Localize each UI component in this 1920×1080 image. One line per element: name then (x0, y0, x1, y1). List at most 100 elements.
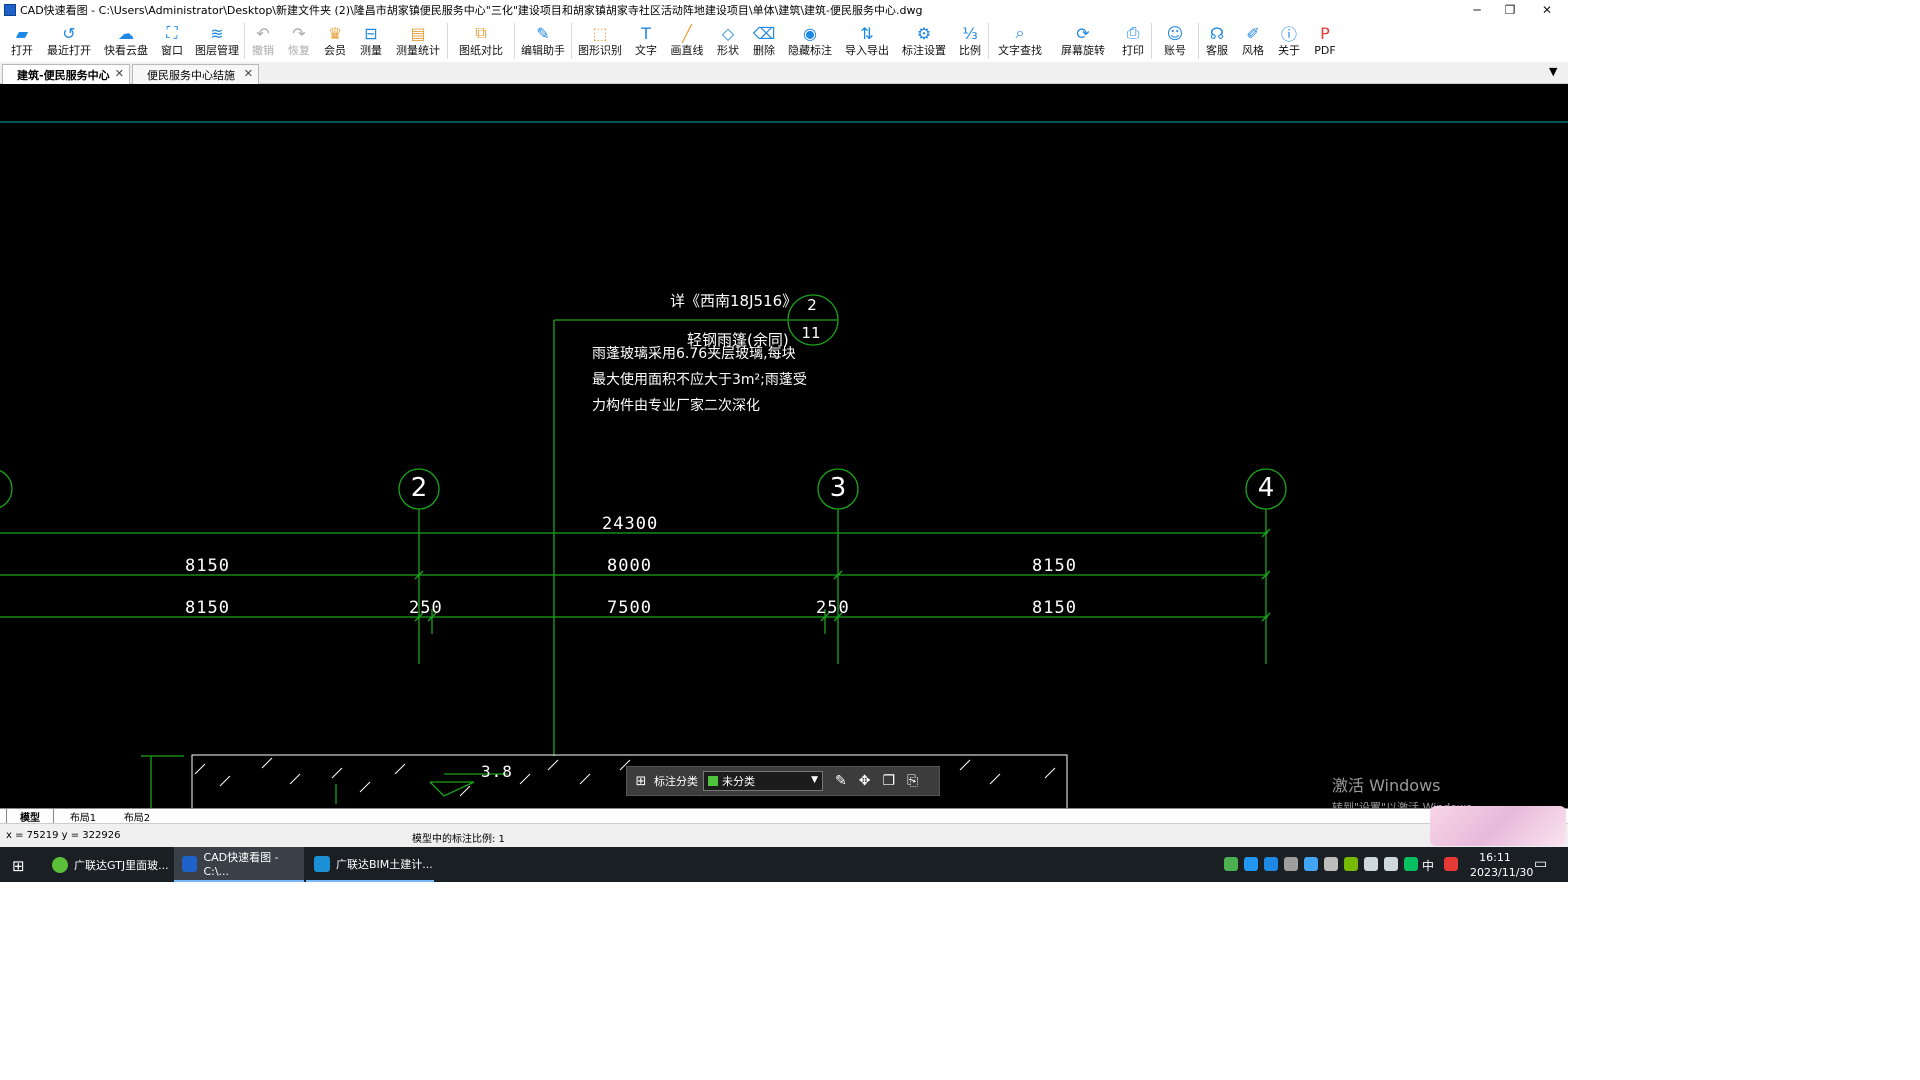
toolbar-line-button[interactable]: ╱ 画直线 (664, 19, 710, 62)
axis-label-2: 2 (410, 473, 428, 503)
compare-icon: ⧉ (475, 23, 487, 42)
toolbar-import-export-button[interactable]: ⇅ 导入导出 (838, 19, 896, 62)
toolbar-layers-button[interactable]: ≋ 图层管理 (190, 19, 244, 62)
tray-monitor-icon[interactable] (1284, 857, 1298, 871)
toolbar-shape-button[interactable]: ◇ 形状 (710, 19, 746, 62)
toolbar-button-label: 会员 (324, 44, 346, 57)
toolbar-hide-annotation-button[interactable]: ◉ 隐藏标注 (782, 19, 838, 62)
dimension-bay-2: 8000 (607, 556, 652, 576)
shape-icon: ◇ (721, 23, 735, 43)
tray-shield-icon[interactable] (1304, 857, 1318, 871)
toolbar-redo-button[interactable]: ↷ 恢复 (281, 19, 317, 62)
tab-list-dropdown-icon[interactable]: ▼ (1549, 65, 1557, 78)
tab-layout-1[interactable]: 布局1 (58, 809, 108, 824)
toolbar-info-button[interactable]: ⓘ 关于 (1271, 19, 1307, 62)
clock[interactable]: 16:11 2023/11/30 (1470, 851, 1533, 879)
text-search-icon: ⌕ (1015, 23, 1025, 42)
toolbar-rotate-screen-button[interactable]: ⟳ 屏幕旋转 (1051, 19, 1115, 62)
tab-layout-2[interactable]: 布局2 (112, 809, 162, 824)
redo-icon: ↷ (292, 23, 306, 43)
tray-network-icon[interactable] (1364, 857, 1378, 871)
toolbar-edit-assistant-button[interactable]: ✎ 编辑助手 (515, 19, 571, 62)
notification-icon[interactable]: ▭ (1534, 856, 1547, 872)
history-icon: ↺ (62, 23, 76, 43)
dimension-detail-4: 250 (816, 598, 850, 618)
watermark-title: 激活 Windows (1332, 776, 1441, 795)
toolbar-headset-button[interactable]: ☊ 客服 (1199, 19, 1235, 62)
taskbar-item-bim[interactable]: 广联达BIM土建计... (306, 847, 434, 882)
elevation-value: 3.8 (481, 762, 513, 781)
tray-nvidia-icon[interactable] (1344, 857, 1358, 871)
category-color-swatch (708, 776, 718, 786)
tray-app-icon[interactable] (1224, 857, 1238, 871)
toolbar-style-button[interactable]: ✐ 风格 (1235, 19, 1271, 62)
tray-browser-icon[interactable] (1264, 857, 1278, 871)
tab-close-icon[interactable]: ✕ (115, 67, 124, 80)
tab-building-service-center[interactable]: 建筑-便民服务中心 ✕ (2, 64, 130, 84)
drawing-canvas[interactable]: 详《西南18J516》 2 11 轻钢雨篷(余同) 雨蓬玻璃采用6.76夹层玻璃… (0, 84, 1568, 808)
decorative-sticker (1430, 806, 1566, 846)
tray-volume-icon[interactable] (1384, 857, 1398, 871)
tray-wechat-icon[interactable] (1404, 857, 1418, 871)
tray-cloud-icon[interactable] (1244, 857, 1258, 871)
input-method-indicator[interactable]: 中 (1422, 857, 1434, 874)
annotation-category-select[interactable]: 未分类 ▼ (703, 771, 823, 791)
toolbar-scale-button[interactable]: ⅓ 比例 (952, 19, 988, 62)
copy-icon[interactable]: ❐ (882, 773, 895, 789)
taskbar-item-gtj[interactable]: 广联达GTJ里面玻... (44, 847, 172, 882)
dimension-detail-3: 7500 (607, 598, 652, 618)
windows-start-icon[interactable]: ⊞ (12, 857, 25, 875)
toolbar-folder-button[interactable]: ▰ 打开 (4, 19, 40, 62)
note-line-3: 力构件由专业厂家二次深化 (592, 398, 760, 414)
toolbar-button-label: 测量 (360, 44, 382, 57)
tray-usb-icon[interactable] (1324, 857, 1338, 871)
toolbar-print-button[interactable]: ⎙ 打印 (1115, 19, 1151, 62)
dimension-detail-2: 250 (409, 598, 443, 618)
toolbar-text-search-button[interactable]: ⌕ 文字查找 (989, 19, 1051, 62)
annotation-scale: 模型中的标注比例: 1 (412, 834, 505, 845)
paste-icon[interactable]: ⎘ (907, 773, 918, 789)
window-title: CAD快速看图 - C:\Users\Administrator\Desktop… (20, 3, 923, 17)
toolbar-history-button[interactable]: ↺ 最近打开 (40, 19, 98, 62)
status-bar: x = 75219 y = 322926 模型中的标注比例: 1 (0, 806, 1568, 847)
toolbar-undo-button[interactable]: ↶ 撤销 (245, 19, 281, 62)
toolbar-vip-button[interactable]: ♛ 会员 (317, 19, 353, 62)
import-export-icon: ⇅ (860, 23, 874, 43)
restore-button[interactable]: ❐ (1491, 0, 1529, 19)
toolbar-eraser-button[interactable]: ⌫ 删除 (746, 19, 782, 62)
toolbar-button-label: 编辑助手 (521, 44, 565, 57)
toolbar-account-button[interactable]: ☺ 账号 (1152, 19, 1198, 62)
move-icon[interactable]: ✥ (859, 773, 871, 789)
toolbar-button-label: 恢复 (288, 44, 310, 57)
toolbar-cloud-button[interactable]: ☁ 快看云盘 (98, 19, 154, 62)
tab-close-icon[interactable]: ✕ (244, 67, 253, 80)
toolbar-compare-button[interactable]: ⧉ 图纸对比 (448, 19, 514, 62)
close-button[interactable]: ✕ (1528, 0, 1566, 19)
eraser-icon: ⌫ (752, 23, 776, 43)
activation-watermark: 激活 Windows 转到"设置"以激活 Windows。 (1332, 772, 1483, 808)
toolbar-shape-recognize-button[interactable]: ⬚ 图形识别 (572, 19, 628, 62)
tray-sogou-icon[interactable] (1444, 857, 1458, 871)
layout-tabs: 模型 布局1 布局2 (0, 808, 1568, 824)
tab-structure-drawing[interactable]: 便民服务中心结施 ✕ (132, 64, 259, 84)
edit-icon[interactable]: ✎ (835, 773, 847, 789)
toolbar-button-label: 测量统计 (396, 44, 440, 57)
toolbar-button-label: 最近打开 (47, 44, 91, 57)
cad-app-icon (182, 855, 198, 872)
toolbar-measure-stats-button[interactable]: ▤ 测量统计 (389, 19, 447, 62)
tab-model[interactable]: 模型 (6, 809, 54, 824)
toolbar-button-label: 形状 (717, 44, 739, 57)
grid-icon[interactable]: ⊞ (634, 774, 648, 789)
toolbar-text-button[interactable]: T 文字 (628, 19, 664, 62)
undo-icon: ↶ (256, 23, 270, 43)
toolbar-measure-button[interactable]: ⊟ 测量 (353, 19, 389, 62)
edit-assistant-icon: ✎ (536, 23, 550, 43)
toolbar-pdf-button[interactable]: P PDF (1307, 19, 1343, 62)
note-line-1: 雨蓬玻璃采用6.76夹层玻璃,每块 (592, 346, 796, 362)
annotation-settings-icon: ⚙ (916, 23, 932, 43)
taskbar-item-cad[interactable]: CAD快速看图 - C:\... (174, 847, 304, 882)
toolbar-annotation-settings-button[interactable]: ⚙ 标注设置 (896, 19, 952, 62)
vip-icon: ♛ (327, 23, 343, 43)
toolbar-window-button[interactable]: ⛶ 窗口 (154, 19, 190, 62)
dimension-bay-1: 8150 (185, 556, 230, 576)
